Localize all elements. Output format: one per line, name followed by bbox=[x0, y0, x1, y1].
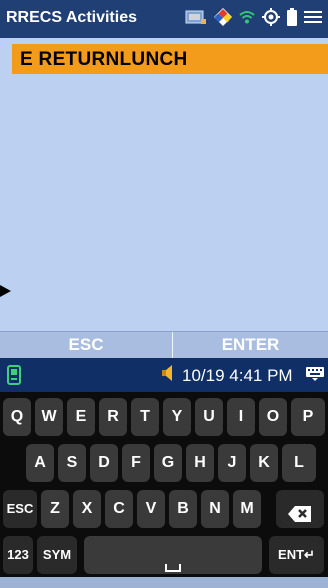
datetime: 10/19 4:41 PM bbox=[182, 365, 293, 385]
key-c[interactable]: C bbox=[105, 490, 133, 528]
key-u[interactable]: U bbox=[195, 398, 223, 436]
key-n[interactable]: N bbox=[201, 490, 229, 528]
space-icon bbox=[165, 550, 181, 588]
wifi-icon bbox=[239, 10, 255, 29]
key-i[interactable]: I bbox=[227, 398, 255, 436]
gps-icon bbox=[262, 8, 280, 31]
system-status-bar: 10/19 4:41 PM bbox=[0, 358, 328, 392]
softkey-bar: ESC ENTER bbox=[0, 331, 328, 358]
key-l[interactable]: L bbox=[282, 444, 316, 482]
title-bar: RRECS Activities bbox=[0, 0, 328, 38]
hazmat-diamond-icon bbox=[214, 8, 232, 31]
key-esc[interactable]: ESC bbox=[3, 490, 37, 528]
battery-icon bbox=[287, 8, 297, 31]
key-v[interactable]: V bbox=[137, 490, 165, 528]
key-m[interactable]: M bbox=[233, 490, 261, 528]
key-q[interactable]: Q bbox=[3, 398, 31, 436]
key-p[interactable]: P bbox=[291, 398, 325, 436]
key-w[interactable]: W bbox=[35, 398, 63, 436]
key-e[interactable]: E bbox=[67, 398, 95, 436]
esc-button[interactable]: ESC bbox=[0, 332, 173, 358]
menu-icon[interactable] bbox=[304, 10, 322, 29]
key-j[interactable]: J bbox=[218, 444, 246, 482]
list-item-selected[interactable]: E RETURNLUNCH bbox=[12, 44, 328, 74]
enter-button[interactable]: ENTER bbox=[173, 332, 328, 358]
key-r[interactable]: R bbox=[99, 398, 127, 436]
key-f[interactable]: F bbox=[122, 444, 150, 482]
key-o[interactable]: O bbox=[259, 398, 287, 436]
backspace-key[interactable] bbox=[276, 490, 324, 528]
status-center: 10/19 4:41 PM bbox=[160, 364, 293, 387]
activity-list: E RETURNLUNCH bbox=[0, 38, 328, 331]
on-screen-keyboard: Q W E R T Y U I O P A S D F G H J K L ES… bbox=[0, 392, 328, 577]
key-d[interactable]: D bbox=[90, 444, 118, 482]
space-key[interactable] bbox=[84, 536, 262, 574]
enter-arrow-icon: ↵ bbox=[304, 547, 315, 562]
device-icon bbox=[6, 365, 22, 390]
app-title: RRECS Activities bbox=[6, 9, 137, 26]
key-symbols[interactable]: SYM bbox=[37, 536, 77, 574]
pointer-arrow-icon bbox=[0, 285, 11, 297]
key-z[interactable]: Z bbox=[41, 490, 69, 528]
key-numbers[interactable]: 123 bbox=[3, 536, 33, 574]
key-k[interactable]: K bbox=[250, 444, 278, 482]
enter-key-label: ENT bbox=[278, 547, 305, 562]
key-h[interactable]: H bbox=[186, 444, 214, 482]
backspace-icon bbox=[288, 500, 312, 538]
key-a[interactable]: A bbox=[26, 444, 54, 482]
status-icons bbox=[185, 8, 322, 31]
key-g[interactable]: G bbox=[154, 444, 182, 482]
key-b[interactable]: B bbox=[169, 490, 197, 528]
key-x[interactable]: X bbox=[73, 490, 101, 528]
key-t[interactable]: T bbox=[131, 398, 159, 436]
enter-key[interactable]: ENT↵ bbox=[269, 536, 324, 574]
key-y[interactable]: Y bbox=[163, 398, 191, 436]
key-s[interactable]: S bbox=[58, 444, 86, 482]
speaker-icon bbox=[160, 364, 176, 387]
keyboard-toggle-icon[interactable] bbox=[306, 367, 324, 386]
scanner-icon bbox=[185, 8, 207, 31]
list-item-label: E RETURNLUNCH bbox=[20, 49, 188, 70]
